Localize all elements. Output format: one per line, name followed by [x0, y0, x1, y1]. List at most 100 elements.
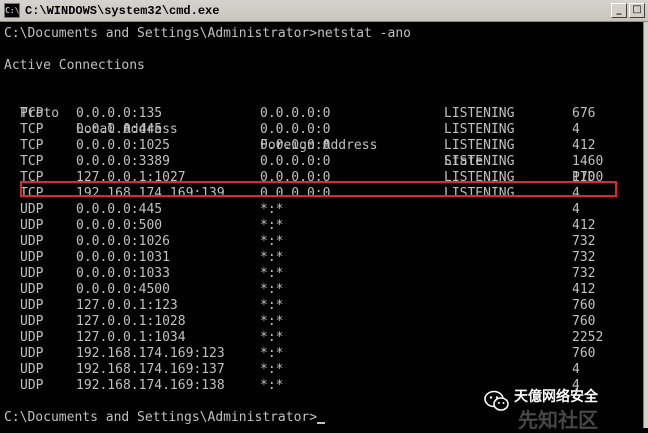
- cell-pid: 760: [572, 298, 596, 313]
- cell-proto: TCP: [20, 138, 44, 153]
- cell-proto: UDP: [20, 266, 44, 281]
- watermark: 先知社区 天億网络安全: [484, 386, 642, 432]
- cell-proto: UDP: [20, 314, 44, 329]
- title-bar[interactable]: C:\ C:\WINDOWS\system32\cmd.exe _ □: [0, 0, 648, 22]
- table-row: TCP 0.0.0.0:1025 0.0.0.0:0 LISTENING 412: [4, 138, 640, 154]
- text-cursor: [317, 422, 326, 424]
- cell-foreign-address: *:*: [260, 362, 284, 377]
- table-row: TCP 0.0.0.0:3389 0.0.0.0:0 LISTENING 1460: [4, 154, 640, 170]
- table-row: UDP 192.168.174.169:123 *:* 760: [4, 346, 640, 362]
- table-row: UDP 0.0.0.0:445 *:* 4: [4, 202, 640, 218]
- cell-local-address: 0.0.0.0:4500: [76, 282, 170, 297]
- cell-proto: UDP: [20, 234, 44, 249]
- cell-pid: 412: [572, 138, 596, 153]
- cell-foreign-address: 0.0.0.0:0: [260, 106, 331, 121]
- cell-state: LISTENING: [444, 122, 515, 137]
- table-row: UDP 0.0.0.0:500 *:* 412: [4, 218, 640, 234]
- cell-state: LISTENING: [444, 154, 515, 169]
- cell-local-address: 0.0.0.0:445: [76, 202, 163, 217]
- window-title: C:\WINDOWS\system32\cmd.exe: [25, 4, 220, 18]
- cell-pid: 760: [572, 314, 596, 329]
- cell-pid: 412: [572, 218, 596, 233]
- command-line: C:\Documents and Settings\Administrator>…: [4, 26, 411, 41]
- cell-pid: 732: [572, 250, 596, 265]
- cell-foreign-address: *:*: [260, 202, 284, 217]
- table-row: TCP 0.0.0.0:135 0.0.0.0:0 LISTENING 676: [4, 106, 640, 122]
- cell-local-address: 192.168.174.169:123: [76, 346, 225, 361]
- cell-foreign-address: *:*: [260, 234, 284, 249]
- table-row: TCP 0.0.0.0:445 0.0.0.0:0 LISTENING 4: [4, 122, 640, 138]
- cell-pid: 732: [572, 266, 596, 281]
- table-row: UDP 0.0.0.0:4500 *:* 412: [4, 282, 640, 298]
- table-row: UDP 127.0.0.1:1034 *:* 2252: [4, 330, 640, 346]
- cell-proto: UDP: [20, 330, 44, 345]
- cell-local-address: 0.0.0.0:135: [76, 106, 163, 121]
- cell-local-address: 0.0.0.0:1026: [76, 234, 170, 249]
- cell-proto: UDP: [20, 362, 44, 377]
- table-row: UDP 192.168.174.169:137 *:* 4: [4, 362, 640, 378]
- cell-proto: UDP: [20, 346, 44, 361]
- cell-local-address: 0.0.0.0:3389: [76, 154, 170, 169]
- wechat-icon: [484, 390, 509, 411]
- cell-pid: 4: [572, 202, 580, 217]
- cell-proto: TCP: [20, 154, 44, 169]
- cell-proto: UDP: [20, 378, 44, 393]
- cell-state: LISTENING: [444, 106, 515, 121]
- cell-foreign-address: *:*: [260, 282, 284, 297]
- prompt-line: C:\Documents and Settings\Administrator>: [4, 410, 326, 426]
- table-row: UDP 0.0.0.0:1031 *:* 732: [4, 250, 640, 266]
- cell-local-address: 127.0.0.1:1028: [76, 314, 186, 329]
- cell-pid: 732: [572, 234, 596, 249]
- maximize-button[interactable]: □: [629, 3, 645, 18]
- cell-proto: UDP: [20, 282, 44, 297]
- cell-proto: UDP: [20, 250, 44, 265]
- window-frame-right: [643, 22, 648, 428]
- watermark-ghost-text: 先知社区: [518, 408, 598, 432]
- cell-pid: 760: [572, 346, 596, 361]
- table-row: UDP 127.0.0.1:1028 *:* 760: [4, 314, 640, 330]
- prompt-text: C:\Documents and Settings\Administrator>: [4, 410, 318, 425]
- cell-foreign-address: *:*: [260, 266, 284, 281]
- cell-local-address: 127.0.0.1:1034: [76, 330, 186, 345]
- cell-proto: TCP: [20, 106, 44, 121]
- cell-proto: TCP: [20, 122, 44, 137]
- cell-local-address: 0.0.0.0:1033: [76, 266, 170, 281]
- table-row: UDP 0.0.0.0:1033 *:* 732: [4, 266, 640, 282]
- cell-local-address: 0.0.0.0:445: [76, 122, 163, 137]
- cell-foreign-address: *:*: [260, 250, 284, 265]
- table-row: UDP 127.0.0.1:123 *:* 760: [4, 298, 640, 314]
- cell-foreign-address: 0.0.0.0:0: [260, 138, 331, 153]
- table-header: Proto Local Address Foreign Address Stat…: [4, 90, 640, 185]
- cell-proto: UDP: [20, 202, 44, 217]
- cell-foreign-address: *:*: [260, 218, 284, 233]
- cell-local-address: 192.168.174.169:138: [76, 378, 225, 393]
- cell-pid: 1460: [572, 154, 604, 169]
- cell-foreign-address: *:*: [260, 314, 284, 329]
- cell-foreign-address: *:*: [260, 378, 284, 393]
- highlight-box: [20, 181, 617, 197]
- cell-local-address: 0.0.0.0:1025: [76, 138, 170, 153]
- cell-local-address: 0.0.0.0:1031: [76, 250, 170, 265]
- cell-local-address: 127.0.0.1:123: [76, 298, 178, 313]
- cell-local-address: 0.0.0.0:500: [76, 218, 163, 233]
- cell-proto: UDP: [20, 218, 44, 233]
- minimize-button[interactable]: _: [611, 3, 627, 18]
- cell-proto: UDP: [20, 298, 44, 313]
- cell-pid: 4: [572, 362, 580, 377]
- section-title: Active Connections: [4, 58, 145, 73]
- cell-pid: 2252: [572, 330, 604, 345]
- cell-foreign-address: *:*: [260, 346, 284, 361]
- cell-foreign-address: *:*: [260, 298, 284, 313]
- cell-foreign-address: *:*: [260, 330, 284, 345]
- cell-foreign-address: 0.0.0.0:0: [260, 122, 331, 137]
- cmd-icon[interactable]: C:\: [4, 3, 20, 18]
- cell-local-address: 192.168.174.169:137: [76, 362, 225, 377]
- watermark-text: 天億网络安全: [514, 389, 598, 405]
- cell-pid: 4: [572, 122, 580, 137]
- cell-pid: 412: [572, 282, 596, 297]
- console-output[interactable]: C:\Documents and Settings\Administrator>…: [4, 26, 640, 426]
- cell-state: LISTENING: [444, 138, 515, 153]
- cell-foreign-address: 0.0.0.0:0: [260, 154, 331, 169]
- cell-pid: 676: [572, 106, 596, 121]
- table-row: UDP 0.0.0.0:1026 *:* 732: [4, 234, 640, 250]
